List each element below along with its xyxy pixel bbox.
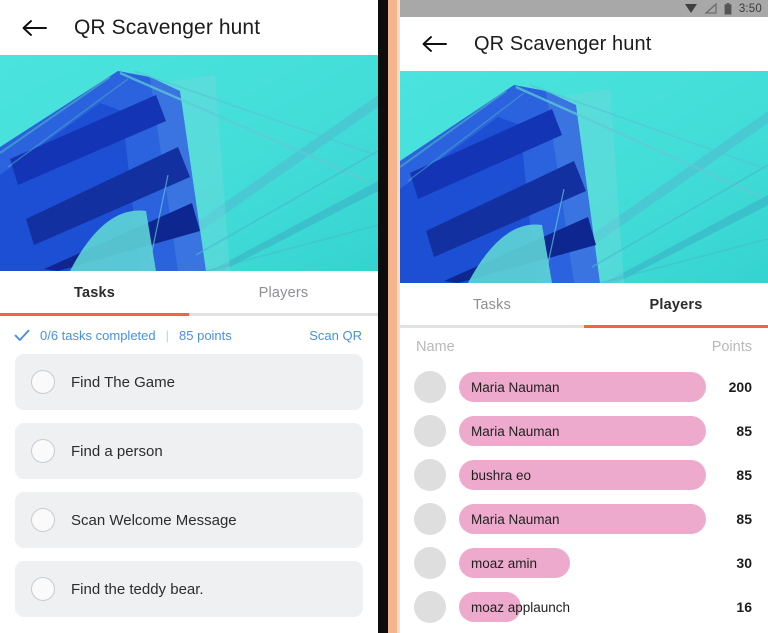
task-label: Find The Game	[71, 373, 175, 391]
left-tab-bar[interactable]: Tasks Players	[0, 271, 378, 313]
back-arrow-icon	[22, 19, 47, 36]
player-points: 30	[736, 555, 752, 571]
player-row[interactable]: Maria Nauman 85	[400, 409, 768, 453]
bridge-photo-graphic	[0, 55, 378, 271]
player-points: 85	[736, 467, 752, 483]
players-list: Maria Nauman 200 Maria Nauman 85 bushra …	[400, 365, 768, 629]
right-tab-bar[interactable]: Tasks Players	[400, 283, 768, 325]
avatar	[414, 459, 446, 491]
score-bar-wrap: Maria Nauman	[459, 416, 706, 446]
left-tab-underline	[0, 313, 378, 316]
task-label: Find a person	[71, 442, 163, 460]
page-title: QR Scavenger hunt	[74, 15, 261, 39]
bridge-photo-graphic	[400, 71, 768, 283]
avatar	[414, 371, 446, 403]
scan-qr-link[interactable]: Scan QR	[309, 328, 362, 343]
tasks-completed-text: 0/6 tasks completed	[40, 328, 156, 343]
player-name: moaz applaunch	[471, 599, 571, 615]
divider-black-band	[378, 0, 388, 633]
back-button[interactable]	[414, 24, 454, 64]
player-points: 16	[736, 599, 752, 615]
player-points: 85	[736, 423, 752, 439]
task-row[interactable]: Scan Welcome Message	[15, 492, 363, 548]
score-bar-wrap: Maria Nauman	[459, 504, 706, 534]
player-row[interactable]: moaz amin 30	[400, 541, 768, 585]
players-list-header: Name Points	[400, 328, 768, 365]
task-row[interactable]: Find a person	[15, 423, 363, 479]
avatar	[414, 547, 446, 579]
hero-image-left	[0, 55, 378, 271]
panel-divider	[378, 0, 400, 633]
divider-peach-band	[388, 0, 397, 633]
task-list: Find The Game Find a person Scan Welcome…	[0, 354, 378, 617]
task-checkbox-icon[interactable]	[31, 577, 55, 601]
column-header-points: Points	[711, 339, 752, 355]
task-row[interactable]: Find the teddy bear.	[15, 561, 363, 617]
player-name: Maria Nauman	[471, 423, 560, 439]
tab-tasks[interactable]: Tasks	[0, 271, 189, 313]
player-points: 200	[728, 379, 752, 395]
score-bar-wrap: Maria Nauman	[459, 372, 706, 402]
right-tab-underline	[400, 325, 768, 328]
back-arrow-icon	[422, 36, 447, 52]
player-row[interactable]: Maria Nauman 200	[400, 365, 768, 409]
task-checkbox-icon[interactable]	[31, 508, 55, 532]
task-status-row: 0/6 tasks completed | 85 points Scan QR	[0, 316, 378, 354]
player-name: moaz amin	[471, 555, 538, 571]
left-phone-screenshot: QR Scavenger hunt Tasks Players 0/6 task…	[0, 0, 378, 633]
player-row[interactable]: Maria Nauman 85	[400, 497, 768, 541]
player-points: 85	[736, 511, 752, 527]
task-checkbox-icon[interactable]	[31, 439, 55, 463]
player-name: bushra eo	[471, 467, 532, 483]
player-row[interactable]: moaz applaunch 16	[400, 585, 768, 629]
tab-players[interactable]: Players	[584, 283, 768, 325]
avatar	[414, 415, 446, 447]
avatar	[414, 591, 446, 623]
player-name: Maria Nauman	[471, 379, 560, 395]
status-separator: |	[165, 328, 170, 343]
column-header-name: Name	[416, 339, 455, 355]
wifi-triangle-icon	[684, 3, 698, 14]
signal-off-icon	[704, 3, 717, 14]
tab-players[interactable]: Players	[189, 271, 378, 313]
score-bar-wrap: moaz applaunch	[459, 592, 706, 622]
avatar	[414, 503, 446, 535]
task-label: Find the teddy bear.	[71, 580, 204, 598]
points-text: 85 points	[179, 328, 232, 343]
active-tab-indicator	[584, 325, 768, 328]
back-button[interactable]	[14, 8, 54, 48]
battery-icon	[724, 2, 732, 15]
dual-screenshot-comparison: QR Scavenger hunt Tasks Players 0/6 task…	[0, 0, 768, 633]
page-title: QR Scavenger hunt	[474, 32, 652, 55]
tab-tasks[interactable]: Tasks	[400, 283, 584, 325]
active-tab-indicator	[0, 313, 189, 316]
check-icon	[14, 329, 30, 342]
right-appbar: QR Scavenger hunt	[400, 17, 768, 71]
task-label: Scan Welcome Message	[71, 511, 237, 529]
right-phone-screenshot: 3:50 QR Scavenger hunt Tasks Players Nam…	[400, 0, 768, 633]
task-checkbox-icon[interactable]	[31, 370, 55, 394]
player-name: Maria Nauman	[471, 511, 560, 527]
score-bar-wrap: bushra eo	[459, 460, 706, 490]
score-bar-wrap: moaz amin	[459, 548, 706, 578]
hero-image-right	[400, 71, 768, 283]
left-appbar: QR Scavenger hunt	[0, 0, 378, 55]
status-bar-clock: 3:50	[738, 2, 762, 15]
player-row[interactable]: bushra eo 85	[400, 453, 768, 497]
task-row[interactable]: Find The Game	[15, 354, 363, 410]
android-status-bar: 3:50	[400, 0, 768, 17]
